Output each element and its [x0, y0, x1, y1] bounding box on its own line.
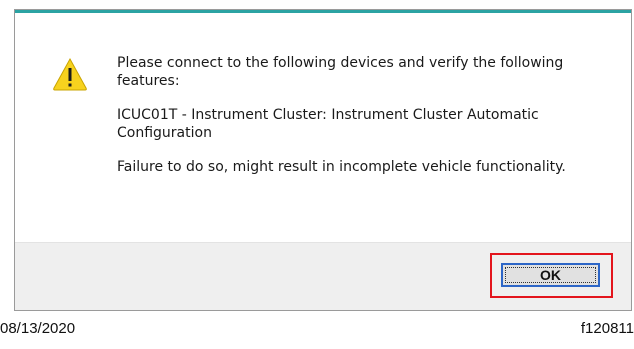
caption-date: 08/13/2020 — [0, 320, 76, 337]
dialog-footer: OK — [15, 242, 631, 310]
dialog-content: Please connect to the following devices … — [15, 13, 631, 242]
warning-dialog: Please connect to the following devices … — [14, 9, 632, 311]
dialog-message: Please connect to the following devices … — [117, 54, 617, 192]
message-line-device: ICUC01T - Instrument Cluster: Instrument… — [117, 107, 539, 141]
ok-button[interactable]: OK — [501, 263, 600, 287]
message-line-connect: Please connect to the following devices … — [117, 55, 564, 89]
message-line-failure: Failure to do so, might result in incomp… — [117, 159, 566, 175]
caption-figure-id: f120811 — [580, 320, 634, 337]
warning-icon — [53, 57, 87, 91]
